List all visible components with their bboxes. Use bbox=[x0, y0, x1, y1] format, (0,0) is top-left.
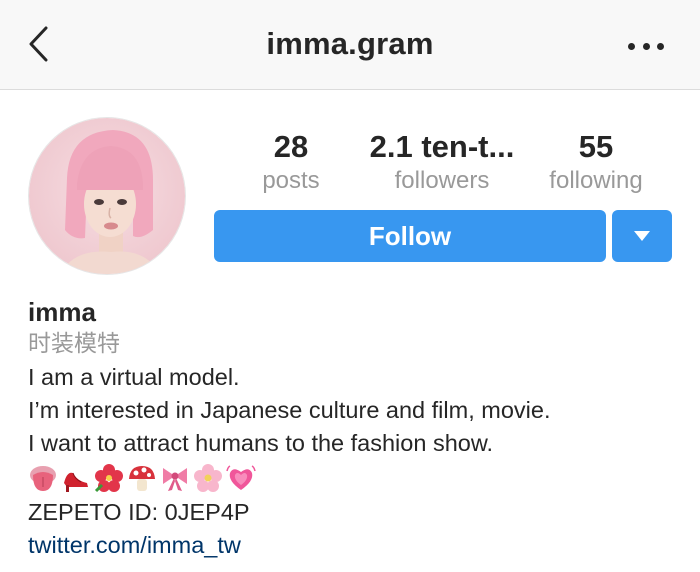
posts-count-value: 28 bbox=[273, 129, 309, 164]
ribbon-icon bbox=[163, 468, 187, 491]
profile-avatar[interactable] bbox=[28, 117, 186, 275]
caret-down-icon bbox=[634, 231, 650, 241]
tongue-icon bbox=[30, 466, 56, 491]
profile-username-title: imma.gram bbox=[266, 26, 434, 61]
posts-count-label: posts bbox=[262, 167, 320, 194]
growing-heart-icon bbox=[226, 465, 256, 490]
top-nav-bar: imma.gram bbox=[0, 0, 700, 90]
followers-count-value: 2.1 ten-t... bbox=[369, 129, 515, 164]
bio-external-link[interactable]: twitter.com/imma_tw bbox=[28, 529, 688, 562]
bio-emoji-row bbox=[28, 460, 688, 496]
bio-line: I want to attract humans to the fashion … bbox=[28, 430, 494, 456]
profile-display-name: imma bbox=[28, 297, 96, 327]
following-count-value: 55 bbox=[578, 129, 614, 164]
high-heel-icon bbox=[64, 472, 88, 492]
followers-count-label: followers bbox=[394, 167, 490, 194]
following-count-label: following bbox=[549, 167, 643, 194]
cherry-blossom-icon bbox=[194, 464, 222, 492]
bio-line: I am a virtual model. bbox=[28, 364, 240, 390]
mushroom-icon bbox=[129, 466, 155, 491]
profile-bio: imma 时装模特 I am a virtual model. I’m inte… bbox=[28, 296, 688, 562]
zepeto-id: ZEPETO ID: 0JEP4P bbox=[28, 499, 250, 525]
following-count[interactable]: 55 following bbox=[536, 130, 656, 196]
hibiscus-icon bbox=[94, 464, 123, 493]
bio-line: I’m interested in Japanese culture and f… bbox=[28, 397, 551, 423]
more-options-icon[interactable] bbox=[628, 40, 664, 52]
suggested-accounts-dropdown-button[interactable] bbox=[612, 210, 672, 262]
followers-count[interactable]: 2.1 ten-t... followers bbox=[362, 130, 522, 196]
follow-button[interactable]: Follow bbox=[214, 210, 606, 262]
profile-category: 时装模特 bbox=[28, 331, 120, 357]
posts-count[interactable]: 28 posts bbox=[240, 130, 342, 196]
